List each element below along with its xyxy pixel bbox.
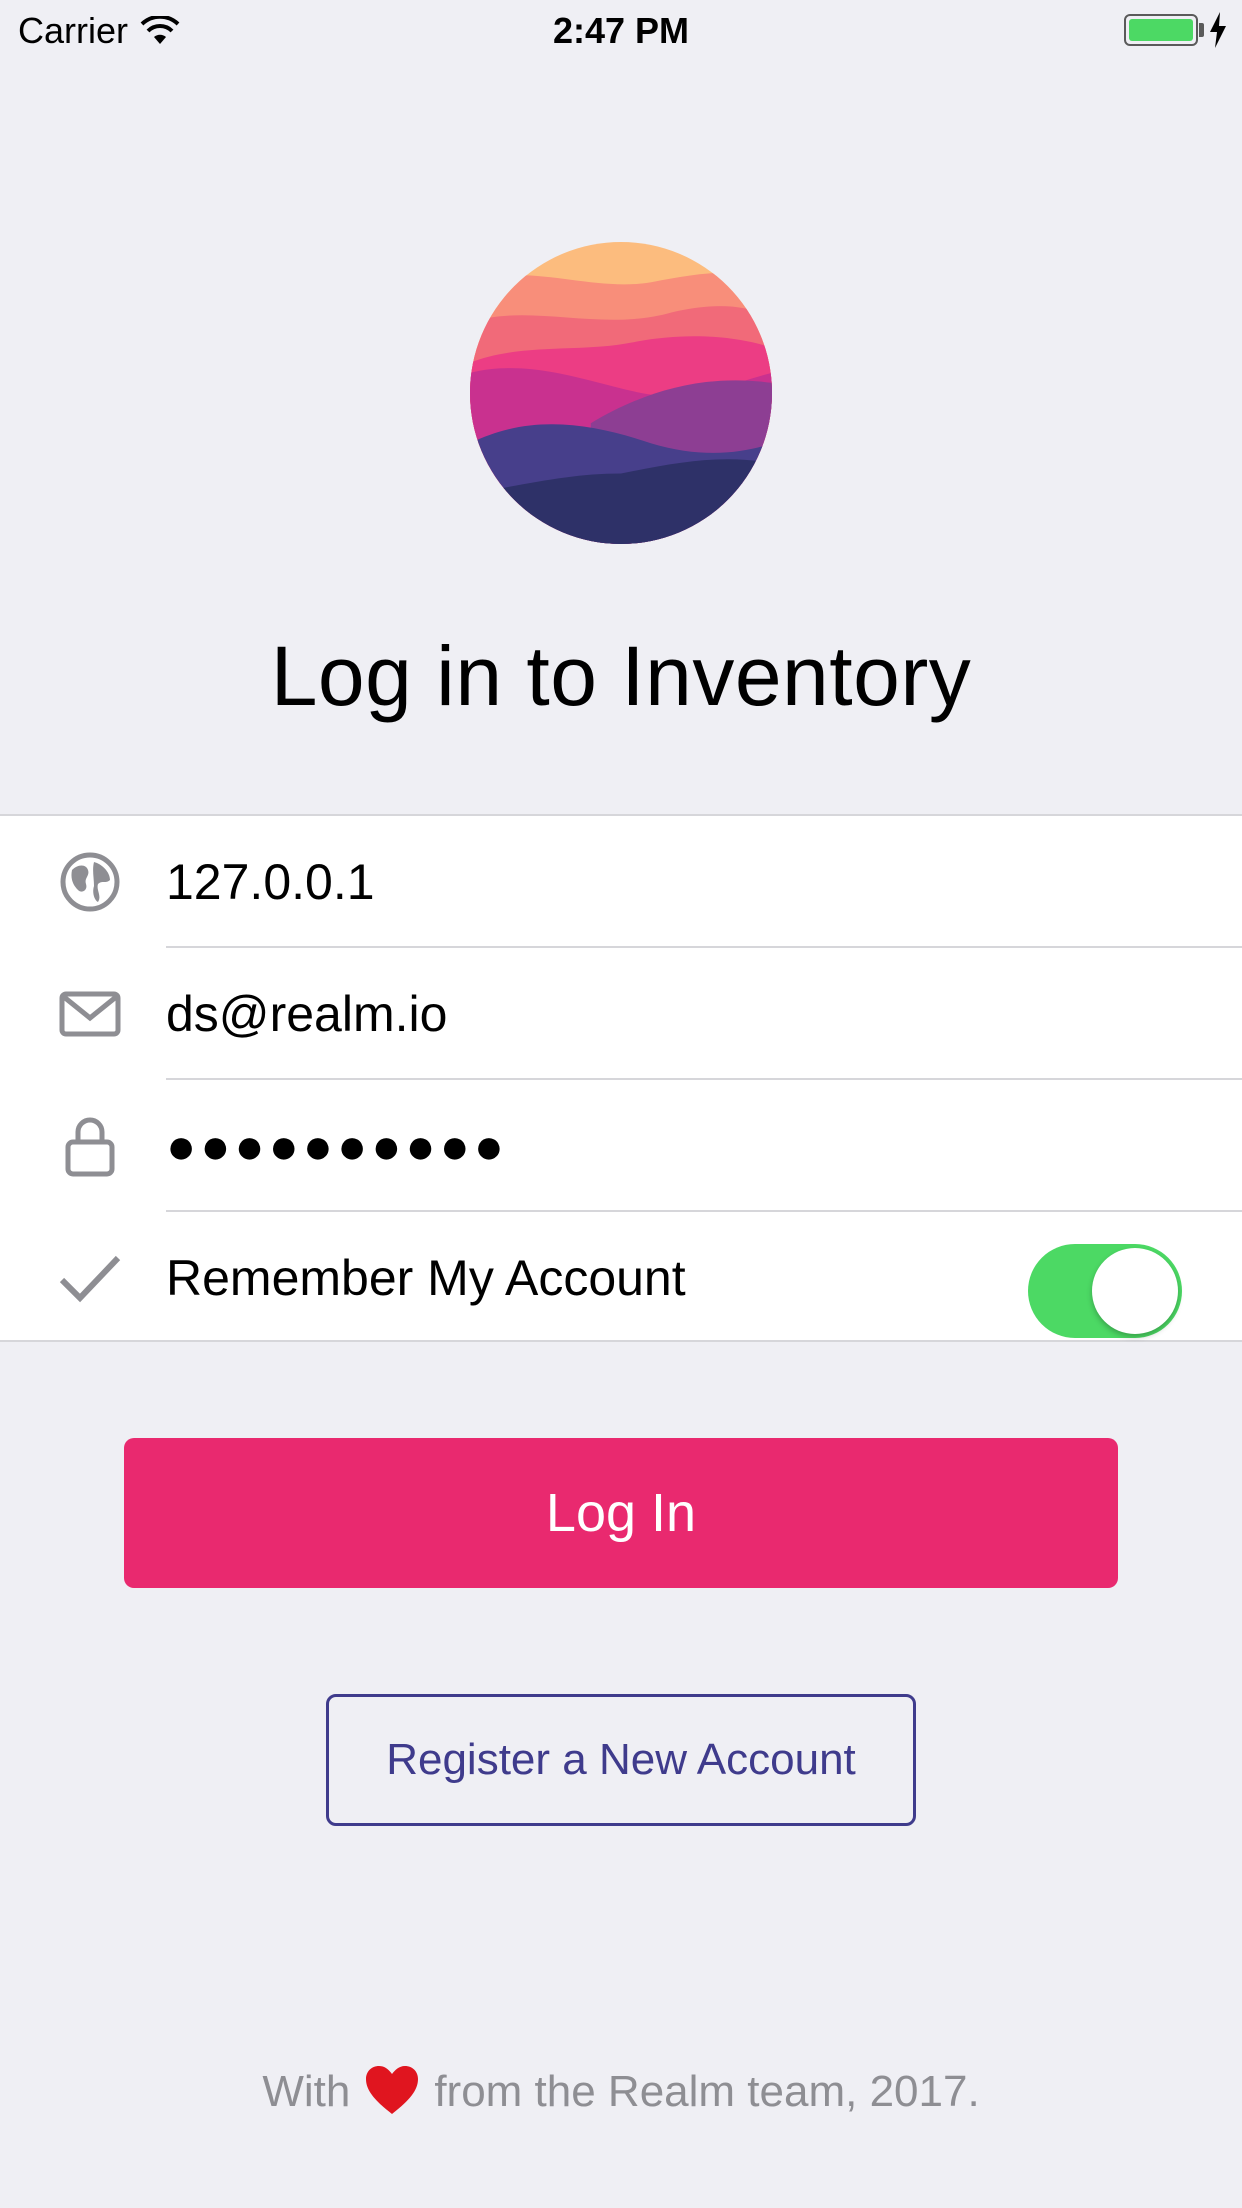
server-row: 127.0.0.1 xyxy=(0,816,1242,948)
password-row: ●●●●●●●●●● xyxy=(0,1080,1242,1212)
remember-label: Remember My Account xyxy=(166,1250,686,1306)
checkmark-icon xyxy=(59,1255,121,1303)
login-form: 127.0.0.1 ds@realm.io ●●●●●●●●●● Remembe… xyxy=(0,814,1242,1342)
server-field[interactable]: 127.0.0.1 xyxy=(166,816,375,948)
status-bar: Carrier 2:47 PM xyxy=(0,0,1242,60)
email-row: ds@realm.io xyxy=(0,948,1242,1080)
login-screen: Carrier 2:47 PM Log in to Inventory 127.… xyxy=(0,0,1242,2208)
status-time: 2:47 PM xyxy=(552,10,690,51)
footer-prefix: With xyxy=(262,2067,351,2116)
email-field[interactable]: ds@realm.io xyxy=(166,948,447,1080)
realm-logo xyxy=(470,242,772,544)
page-title: Log in to Inventory xyxy=(270,629,972,723)
register-button[interactable]: Register a New Account xyxy=(326,1694,916,1826)
footer-suffix: from the Realm team, 2017. xyxy=(434,2067,980,2116)
envelope-icon xyxy=(59,991,121,1037)
remember-row: Remember My Account xyxy=(0,1212,1242,1344)
lock-icon xyxy=(65,1117,115,1177)
password-field[interactable]: ●●●●●●●●●● xyxy=(166,1080,508,1212)
heart-icon xyxy=(366,2066,419,2114)
battery-icon xyxy=(1124,14,1198,46)
battery-level xyxy=(1129,19,1193,41)
footer-credit: With from the Realm team, 2017. xyxy=(0,2064,1242,2117)
login-button[interactable]: Log In xyxy=(124,1438,1118,1588)
bolt-icon xyxy=(1210,12,1226,48)
toggle-knob xyxy=(1092,1248,1178,1334)
remember-toggle[interactable] xyxy=(1028,1244,1182,1338)
battery-cap xyxy=(1199,23,1204,37)
globe-icon xyxy=(60,852,120,912)
